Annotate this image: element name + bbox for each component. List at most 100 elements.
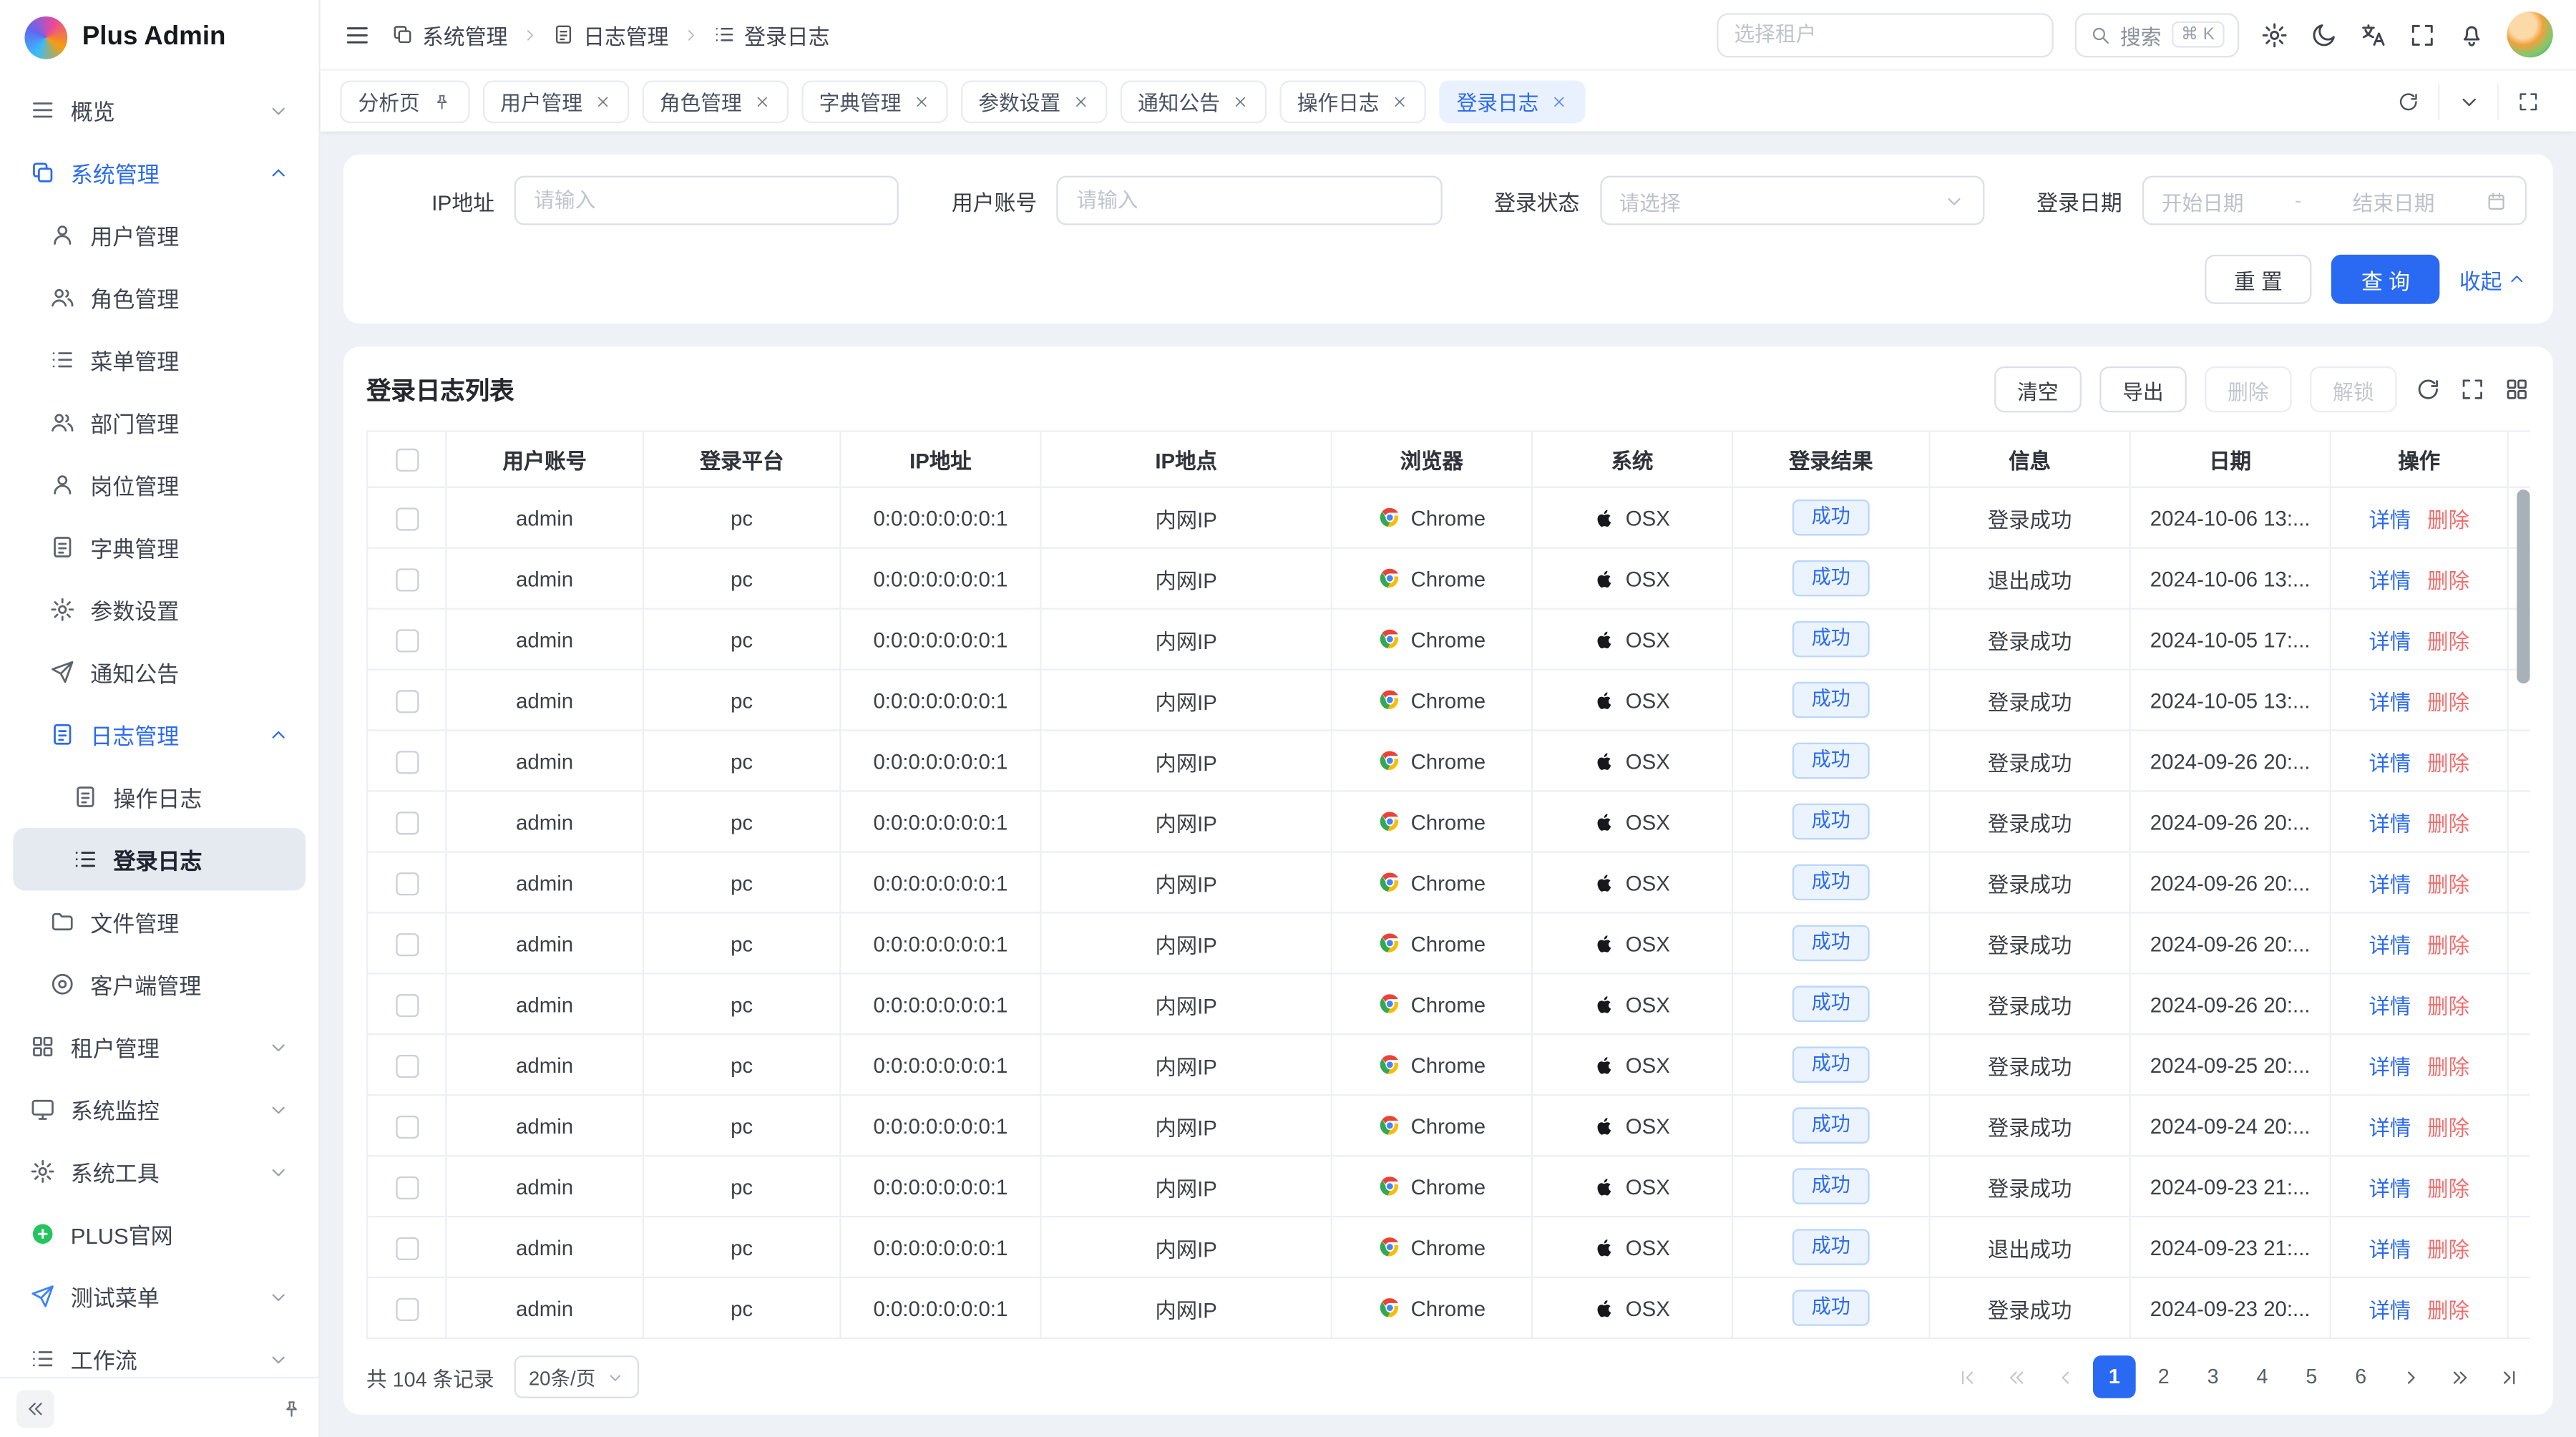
sidebar-item-operlog[interactable]: 操作日志	[13, 766, 306, 828]
sidebar-item-workflow[interactable]: 工作流	[13, 1328, 306, 1377]
page-1-button[interactable]: 1	[2093, 1355, 2136, 1398]
global-search[interactable]: 搜索 ⌘ K	[2074, 12, 2240, 57]
account-input[interactable]	[1076, 189, 1422, 212]
gear-icon[interactable]	[2260, 21, 2288, 49]
detail-link[interactable]: 详情	[2368, 1237, 2411, 1261]
page-size-select[interactable]: 20条/页	[514, 1355, 638, 1398]
sidebar-item-dept[interactable]: 部门管理	[13, 391, 306, 453]
close-icon[interactable]	[753, 93, 770, 109]
content-fullscreen-button[interactable]	[2497, 83, 2557, 120]
page-6-button[interactable]: 6	[2339, 1355, 2382, 1398]
row-checkbox[interactable]	[395, 629, 418, 652]
pin-icon[interactable]	[431, 91, 452, 111]
delete-link[interactable]: 删除	[2427, 568, 2469, 592]
detail-link[interactable]: 详情	[2368, 1297, 2411, 1322]
delete-link[interactable]: 删除	[2427, 1115, 2469, 1139]
status-select[interactable]: 请选择	[1599, 176, 1984, 225]
row-checkbox[interactable]	[395, 1297, 418, 1320]
delete-link[interactable]: 删除	[2427, 932, 2469, 957]
sidebar-item-system[interactable]: 系统管理	[13, 141, 306, 203]
sidebar-item-log[interactable]: 日志管理	[13, 703, 306, 766]
row-checkbox[interactable]	[395, 751, 418, 774]
sidebar-item-notice[interactable]: 通知公告	[13, 640, 306, 703]
detail-link[interactable]: 详情	[2368, 993, 2411, 1018]
tab-role[interactable]: 角色管理	[642, 79, 788, 122]
hamburger-icon[interactable]	[343, 21, 371, 49]
breadcrumb-loginlog[interactable]: 登录日志	[713, 19, 829, 50]
unlock-button[interactable]: 解锁	[2310, 366, 2397, 412]
detail-link[interactable]: 详情	[2368, 811, 2411, 835]
export-button[interactable]: 导出	[2099, 366, 2187, 412]
sidebar-item-dict[interactable]: 字典管理	[13, 516, 306, 578]
detail-link[interactable]: 详情	[2368, 1176, 2411, 1200]
delete-link[interactable]: 删除	[2427, 507, 2469, 531]
refresh-icon[interactable]	[2415, 376, 2441, 403]
page-5-button[interactable]: 5	[2290, 1355, 2333, 1398]
query-button[interactable]: 查 询	[2332, 255, 2440, 304]
ip-input[interactable]	[534, 189, 879, 212]
collapse-sidebar-button[interactable]	[16, 1389, 54, 1427]
tab-analysis[interactable]: 分析页	[340, 79, 469, 122]
delete-link[interactable]: 删除	[2427, 872, 2469, 896]
row-checkbox[interactable]	[395, 1055, 418, 1078]
tab-user[interactable]: 用户管理	[482, 79, 628, 122]
tab-loginlog[interactable]: 登录日志	[1438, 79, 1584, 122]
page-2-button[interactable]: 2	[2142, 1355, 2185, 1398]
prev-page-button[interactable]	[2044, 1355, 2087, 1398]
tab-menu-button[interactable]	[2438, 83, 2497, 120]
collapse-filter-link[interactable]: 收起	[2459, 263, 2527, 295]
sidebar-item-client[interactable]: 客户端管理	[13, 953, 306, 1015]
delete-link[interactable]: 删除	[2427, 628, 2469, 653]
sidebar-item-file[interactable]: 文件管理	[13, 890, 306, 953]
bell-icon[interactable]	[2458, 21, 2486, 49]
delete-link[interactable]: 删除	[2427, 1054, 2469, 1078]
delete-link[interactable]: 删除	[2427, 689, 2469, 713]
row-checkbox[interactable]	[395, 507, 418, 530]
delete-link[interactable]: 删除	[2427, 1297, 2469, 1322]
detail-link[interactable]: 详情	[2368, 872, 2411, 896]
row-checkbox[interactable]	[395, 872, 418, 895]
close-icon[interactable]	[594, 93, 610, 109]
detail-link[interactable]: 详情	[2368, 568, 2411, 592]
row-checkbox[interactable]	[395, 1115, 418, 1138]
forward-10-pages-button[interactable]	[2438, 1355, 2481, 1398]
delete-link[interactable]: 删除	[2427, 1237, 2469, 1261]
detail-link[interactable]: 详情	[2368, 628, 2411, 653]
breadcrumb-log[interactable]: 日志管理	[552, 19, 668, 50]
sidebar-item-menu[interactable]: 菜单管理	[13, 328, 306, 391]
row-checkbox[interactable]	[395, 994, 418, 1017]
delete-link[interactable]: 删除	[2427, 1176, 2469, 1200]
page-3-button[interactable]: 3	[2192, 1355, 2235, 1398]
sidebar-item-tool[interactable]: 系统工具	[13, 1140, 306, 1202]
fullscreen-icon[interactable]	[2409, 21, 2436, 49]
row-checkbox[interactable]	[395, 1176, 418, 1199]
clear-button[interactable]: 清空	[1994, 366, 2082, 412]
sidebar-item-test[interactable]: 测试菜单	[13, 1265, 306, 1328]
select-all-checkbox[interactable]	[395, 449, 418, 472]
detail-link[interactable]: 详情	[2368, 932, 2411, 957]
translate-icon[interactable]	[2359, 21, 2387, 49]
breadcrumb-system[interactable]: 系统管理	[391, 19, 507, 50]
sidebar-item-overview[interactable]: 概览	[13, 79, 306, 141]
moon-icon[interactable]	[2310, 21, 2338, 49]
close-icon[interactable]	[1550, 93, 1566, 109]
row-checkbox[interactable]	[395, 568, 418, 591]
sidebar-item-monitor[interactable]: 系统监控	[13, 1078, 306, 1140]
next-page-button[interactable]	[2389, 1355, 2431, 1398]
sidebar-item-post[interactable]: 岗位管理	[13, 454, 306, 516]
app-logo[interactable]: Plus Admin	[0, 0, 318, 76]
delete-link[interactable]: 删除	[2427, 811, 2469, 835]
row-checkbox[interactable]	[395, 1237, 418, 1260]
close-icon[interactable]	[1072, 93, 1088, 109]
detail-link[interactable]: 详情	[2368, 750, 2411, 774]
row-checkbox[interactable]	[395, 690, 418, 713]
vertical-scrollbar[interactable]	[2517, 489, 2529, 683]
sidebar-item-loginlog[interactable]: 登录日志	[13, 828, 306, 890]
row-checkbox[interactable]	[395, 933, 418, 956]
close-icon[interactable]	[1391, 93, 1407, 109]
sidebar-item-role[interactable]: 角色管理	[13, 266, 306, 328]
close-icon[interactable]	[913, 93, 930, 109]
tenant-select[interactable]	[1716, 12, 2053, 57]
delete-button[interactable]: 删除	[2205, 366, 2292, 412]
tab-param[interactable]: 参数设置	[960, 79, 1106, 122]
